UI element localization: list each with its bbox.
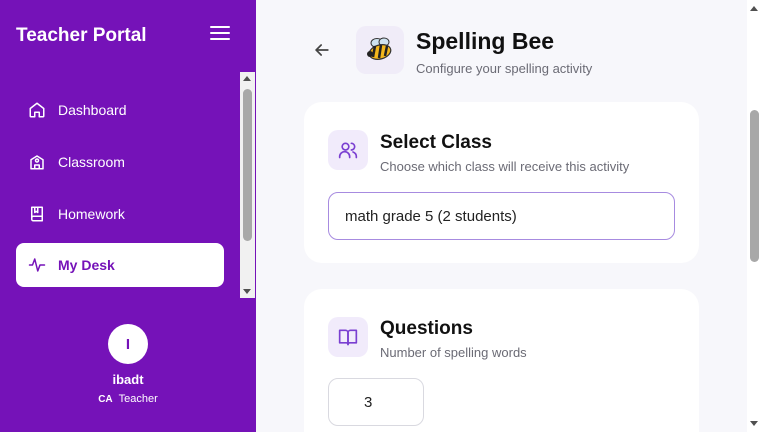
user-role: Teacher — [118, 393, 158, 405]
school-icon — [30, 155, 44, 170]
users-icon-box — [328, 130, 368, 170]
book-open-icon — [338, 329, 358, 346]
activity-icon-box — [356, 26, 404, 74]
questions-card: Questions Number of spelling words 3 — [304, 289, 699, 432]
select-class-subtitle: Choose which class will receive this act… — [380, 159, 630, 174]
hamburger-icon-bar — [210, 38, 230, 40]
class-select[interactable]: math grade 5 (2 students) — [328, 192, 675, 240]
select-class-title: Select Class — [380, 132, 492, 153]
hamburger-icon-bar — [210, 26, 230, 28]
question-count-input[interactable]: 3 — [328, 378, 424, 426]
book-icon — [31, 206, 43, 222]
main-scrollbar[interactable] — [747, 0, 762, 432]
scroll-up-arrow-icon[interactable] — [750, 6, 758, 11]
user-role-line: CA Teacher — [0, 393, 256, 405]
user-profile: I ibadt CA Teacher — [0, 324, 256, 405]
scrollbar-thumb[interactable] — [750, 110, 759, 262]
select-class-card: Select Class Choose which class will rec… — [304, 102, 699, 263]
sidebar-item-homework[interactable]: Homework — [16, 192, 224, 236]
user-name: ibadt — [112, 372, 144, 387]
scroll-up-arrow-icon[interactable] — [243, 76, 251, 81]
page-subtitle: Configure your spelling activity — [416, 61, 593, 76]
arrow-left-icon — [315, 44, 329, 56]
hamburger-icon-bar — [210, 32, 230, 34]
home-icon — [29, 102, 45, 118]
bee-icon — [367, 37, 392, 60]
sidebar-nav: Dashboard Classroom Homework My Desk — [0, 73, 240, 299]
back-button[interactable] — [312, 40, 332, 60]
users-icon — [338, 142, 358, 159]
scroll-down-arrow-icon[interactable] — [750, 421, 758, 426]
sidebar-item-classroom[interactable]: Classroom — [16, 140, 224, 184]
page-title: Spelling Bee — [416, 28, 555, 54]
sidebar-item-my-desk[interactable]: My Desk — [16, 243, 224, 287]
avatar[interactable]: I — [108, 324, 148, 364]
book-open-icon-box — [328, 317, 368, 357]
sidebar-item-label: Dashboard — [58, 102, 127, 118]
sidebar-item-dashboard[interactable]: Dashboard — [16, 88, 224, 132]
sidebar-item-label: Homework — [58, 206, 125, 222]
menu-toggle-button[interactable] — [210, 26, 230, 44]
sidebar: Teacher Portal Dashboard Classroom Homew… — [0, 0, 256, 432]
sidebar-item-label: Classroom — [58, 154, 125, 170]
sidebar-scrollbar[interactable] — [240, 72, 255, 298]
scrollbar-thumb[interactable] — [243, 89, 252, 241]
questions-subtitle: Number of spelling words — [380, 345, 527, 360]
activity-icon — [28, 258, 46, 272]
questions-title: Questions — [380, 318, 473, 339]
sidebar-item-label: My Desk — [58, 257, 115, 273]
brand-title: Teacher Portal — [16, 25, 147, 46]
scroll-down-arrow-icon[interactable] — [243, 289, 251, 294]
region-badge: CA — [98, 394, 113, 405]
